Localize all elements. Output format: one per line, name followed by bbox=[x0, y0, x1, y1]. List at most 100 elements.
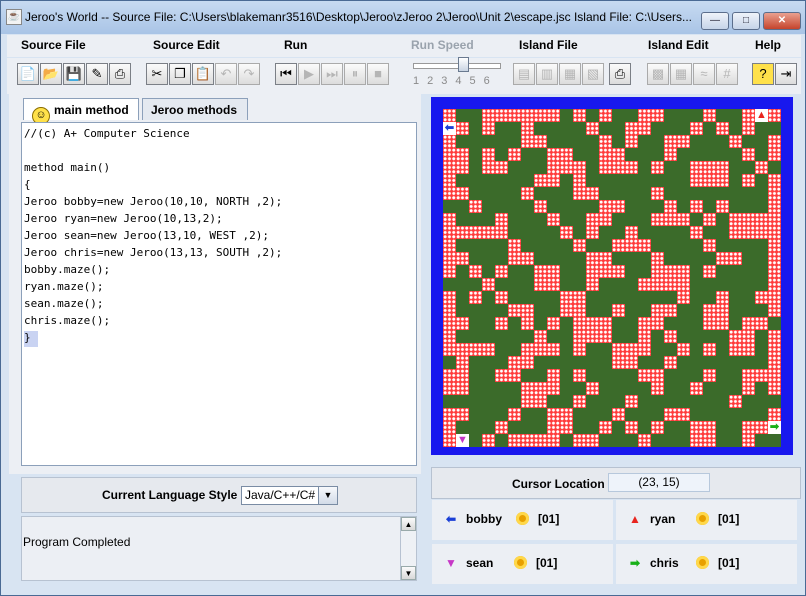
menu-help[interactable]: Help bbox=[755, 38, 781, 52]
grid-icon[interactable]: ▦ bbox=[670, 63, 692, 85]
island-flower bbox=[651, 265, 664, 278]
save-island-icon[interactable]: ▦ bbox=[559, 63, 581, 85]
run-speed-slider-thumb[interactable] bbox=[458, 57, 469, 72]
island-flower bbox=[482, 122, 495, 135]
stop-icon[interactable]: ■ bbox=[367, 63, 389, 85]
island-flower bbox=[443, 343, 456, 356]
code-editor[interactable]: //(c) A+ Computer Science method main() … bbox=[21, 122, 417, 466]
scroll-down-icon[interactable]: ▼ bbox=[401, 566, 416, 580]
menu-island-file[interactable]: Island File bbox=[519, 38, 578, 52]
open-file-icon[interactable]: 📂 bbox=[40, 63, 62, 85]
close-button[interactable]: ✕ bbox=[763, 12, 801, 30]
maximize-button[interactable]: □ bbox=[732, 12, 760, 30]
run-speed-slider[interactable] bbox=[413, 63, 501, 69]
island-flower bbox=[469, 265, 482, 278]
clear-island-icon[interactable]: ▩ bbox=[647, 63, 669, 85]
print-icon[interactable]: ⎙ bbox=[109, 63, 131, 85]
island-flower bbox=[443, 161, 456, 174]
save-file-icon[interactable]: 💾 bbox=[63, 63, 85, 85]
island-flower bbox=[690, 434, 703, 447]
jeroo-bobby-icon: ⬅ bbox=[443, 122, 456, 135]
output-scrollbar[interactable]: ▲ ▼ bbox=[400, 517, 416, 580]
island-grid[interactable]: ⬅ ▲ ▼ ➡ bbox=[443, 109, 781, 447]
island-flower bbox=[677, 278, 690, 291]
undo-icon[interactable]: ↶ bbox=[215, 63, 237, 85]
tab-jeroo-methods[interactable]: Jeroo methods bbox=[142, 98, 248, 120]
chevron-down-icon[interactable]: ▼ bbox=[318, 486, 338, 505]
run-icon[interactable]: ▶ bbox=[298, 63, 320, 85]
island-flower bbox=[703, 161, 716, 174]
island-flower bbox=[664, 278, 677, 291]
new-island-icon[interactable]: ▤ bbox=[513, 63, 535, 85]
island-flower bbox=[560, 291, 573, 304]
island-flower bbox=[651, 213, 664, 226]
island-flower bbox=[547, 382, 560, 395]
island-flower bbox=[508, 252, 521, 265]
arrow-right-icon: ➡ bbox=[629, 556, 641, 570]
step-icon[interactable]: ⏭ bbox=[321, 63, 343, 85]
island-flower bbox=[664, 330, 677, 343]
redo-icon[interactable]: ↷ bbox=[238, 63, 260, 85]
island-flower bbox=[677, 213, 690, 226]
run-speed-ticks: 123456 bbox=[413, 75, 498, 87]
title-bar[interactable]: ☕ Jeroo's World -- Source File: C:\Users… bbox=[1, 1, 805, 34]
island-flower bbox=[521, 382, 534, 395]
island-flower bbox=[599, 252, 612, 265]
island-flower bbox=[768, 330, 781, 343]
paste-icon[interactable]: 📋 bbox=[192, 63, 214, 85]
menu-run-speed[interactable]: Run Speed bbox=[411, 38, 474, 52]
island-flower bbox=[768, 226, 781, 239]
island-flower bbox=[495, 265, 508, 278]
island-flower bbox=[742, 213, 755, 226]
island-flower bbox=[508, 304, 521, 317]
minimize-button[interactable]: — bbox=[701, 12, 729, 30]
island-flower bbox=[742, 226, 755, 239]
menu-source-file[interactable]: Source File bbox=[21, 38, 86, 52]
island-flower bbox=[651, 187, 664, 200]
island-flower bbox=[690, 200, 703, 213]
exit-icon[interactable]: ⇥ bbox=[775, 63, 797, 85]
pause-icon[interactable]: ⏸ bbox=[344, 63, 366, 85]
cursor-panel: Cursor Location (23, 15) bbox=[431, 467, 801, 499]
island-flower bbox=[703, 213, 716, 226]
island-flower bbox=[534, 382, 547, 395]
island-flower bbox=[534, 265, 547, 278]
island-flower bbox=[443, 317, 456, 330]
save-as-icon[interactable]: ✎ bbox=[86, 63, 108, 85]
island-flower bbox=[664, 135, 677, 148]
island-flower bbox=[456, 148, 469, 161]
island-flower bbox=[729, 252, 742, 265]
reset-icon[interactable]: ⏮ bbox=[275, 63, 297, 85]
water-icon[interactable]: ≈ bbox=[693, 63, 715, 85]
menu-source-edit[interactable]: Source Edit bbox=[153, 38, 220, 52]
island-flower bbox=[625, 239, 638, 252]
island-flower bbox=[742, 330, 755, 343]
java-app-icon: ☕ bbox=[6, 9, 22, 25]
save-island-as-icon[interactable]: ▧ bbox=[582, 63, 604, 85]
island-flower bbox=[508, 408, 521, 421]
open-island-icon[interactable]: ▥ bbox=[536, 63, 558, 85]
copy-icon[interactable]: ❐ bbox=[169, 63, 191, 85]
island-flower bbox=[703, 369, 716, 382]
tab-main-method[interactable]: ☺ main method bbox=[23, 98, 139, 125]
island-flower bbox=[456, 382, 469, 395]
menu-island-edit[interactable]: Island Edit bbox=[648, 38, 709, 52]
island-flower bbox=[703, 265, 716, 278]
island-flower bbox=[651, 369, 664, 382]
island-flower bbox=[612, 356, 625, 369]
code-line: bobby.maze(); bbox=[24, 263, 111, 276]
scroll-up-icon[interactable]: ▲ bbox=[401, 517, 416, 531]
output-area[interactable]: Program Completed ▲ ▼ bbox=[21, 516, 417, 581]
island-flower bbox=[703, 174, 716, 187]
island-flower bbox=[547, 434, 560, 447]
island-flower bbox=[495, 161, 508, 174]
new-file-icon[interactable]: 📄 bbox=[17, 63, 39, 85]
print-island-icon[interactable]: ⎙ bbox=[609, 63, 631, 85]
menu-run[interactable]: Run bbox=[284, 38, 307, 52]
help-icon[interactable]: ? bbox=[752, 63, 774, 85]
net-icon[interactable]: # bbox=[716, 63, 738, 85]
cut-icon[interactable]: ✂ bbox=[146, 63, 168, 85]
island-flower bbox=[456, 369, 469, 382]
island-flower bbox=[573, 395, 586, 408]
island-flower bbox=[768, 304, 781, 317]
